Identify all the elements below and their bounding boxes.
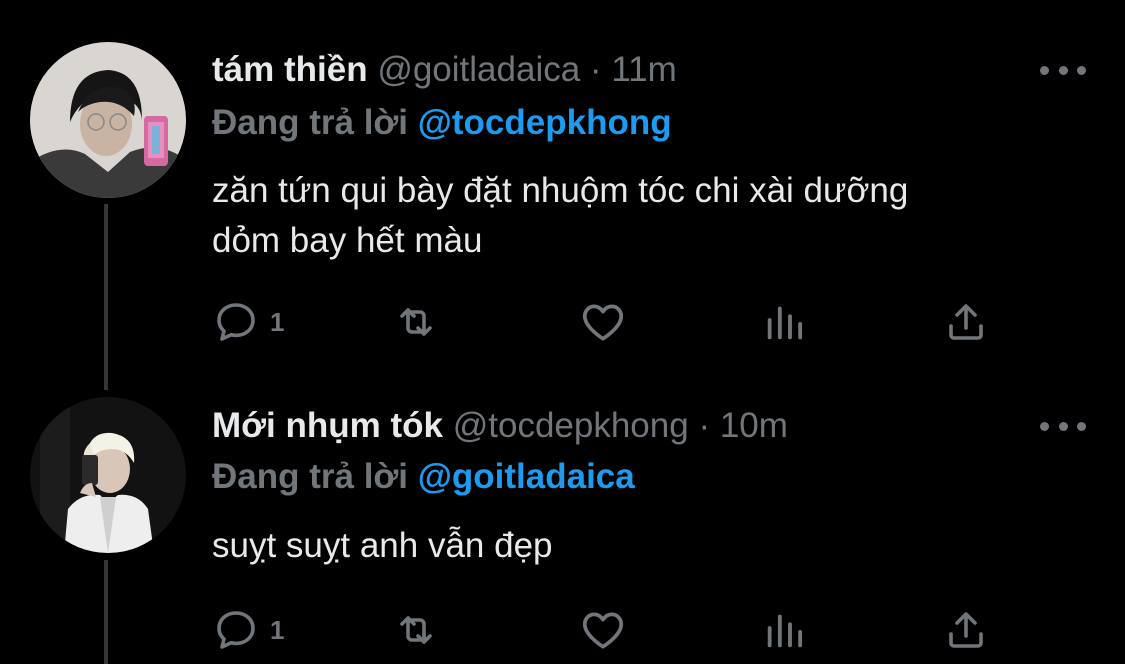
- avatar-image: [30, 397, 186, 553]
- more-icon[interactable]: [1040, 60, 1086, 80]
- views-button[interactable]: [762, 605, 808, 655]
- share-icon: [949, 304, 983, 340]
- separator-dot: ·: [589, 50, 602, 89]
- reply-button[interactable]: 1: [212, 605, 284, 655]
- tweet[interactable]: tám thiền @goitladaica · 11m Đang trả lờ…: [0, 0, 1125, 390]
- share-button[interactable]: [942, 605, 990, 655]
- reply-count: 1: [270, 306, 285, 337]
- heart-icon: [582, 304, 624, 341]
- replying-to-mention[interactable]: @goitladaica: [418, 457, 635, 496]
- retweet-icon: [400, 308, 432, 336]
- analytics-icon: [767, 614, 803, 648]
- heart-icon: [582, 612, 624, 649]
- like-button[interactable]: [578, 297, 628, 347]
- tweet-text-line: suỵt suỵt anh vẫn đẹp: [212, 526, 553, 565]
- tweet-text-line: dỏm bay hết màu: [212, 221, 483, 260]
- tweet-text: zăn tứn qui bày đặt nhuộm tóc chi xài dư…: [212, 166, 1092, 266]
- share-button[interactable]: [942, 297, 990, 347]
- comment-icon: [217, 611, 255, 649]
- replying-to-mention[interactable]: @tocdepkhong: [418, 103, 672, 142]
- retweet-button[interactable]: [392, 297, 440, 347]
- tweet-header: Mới nhụm tók @tocdepkhong · 10m: [212, 404, 788, 448]
- avatar[interactable]: [30, 397, 186, 553]
- replying-to-prefix: Đang trả lời: [212, 457, 409, 496]
- timestamp[interactable]: 10m: [720, 406, 788, 445]
- replying-to-prefix: Đang trả lời: [212, 103, 409, 142]
- comment-icon: [217, 303, 255, 341]
- like-button[interactable]: [578, 605, 628, 655]
- tweet-text: suỵt suỵt anh vẫn đẹp: [212, 521, 1092, 571]
- views-button[interactable]: [762, 297, 808, 347]
- retweet-icon: [400, 616, 432, 644]
- timestamp[interactable]: 11m: [611, 50, 677, 89]
- tweet-header: tám thiền @goitladaica · 11m: [212, 48, 677, 92]
- tweet-text-line: zăn tứn qui bày đặt nhuộm tóc chi xài dư…: [212, 171, 909, 210]
- retweet-button[interactable]: [392, 605, 440, 655]
- replying-to: Đang trả lời @tocdepkhong: [212, 101, 672, 145]
- user-handle[interactable]: @tocdepkhong: [453, 406, 689, 445]
- share-icon: [949, 612, 983, 648]
- more-icon[interactable]: [1040, 416, 1086, 436]
- display-name[interactable]: Mới nhụm tók: [212, 406, 443, 445]
- avatar[interactable]: [30, 42, 186, 198]
- analytics-icon: [767, 306, 803, 340]
- user-handle[interactable]: @goitladaica: [377, 50, 580, 89]
- reply-count: 1: [270, 614, 285, 645]
- tweet-actions: 1: [212, 297, 1012, 347]
- separator-dot: ·: [698, 406, 711, 445]
- replying-to: Đang trả lời @goitladaica: [212, 455, 635, 499]
- tweet[interactable]: Mới nhụm tók @tocdepkhong · 10m Đang trả…: [0, 390, 1125, 664]
- display-name[interactable]: tám thiền: [212, 50, 368, 89]
- reply-button[interactable]: 1: [212, 297, 284, 347]
- avatar-image: [30, 42, 186, 198]
- tweet-actions: 1: [212, 605, 1012, 655]
